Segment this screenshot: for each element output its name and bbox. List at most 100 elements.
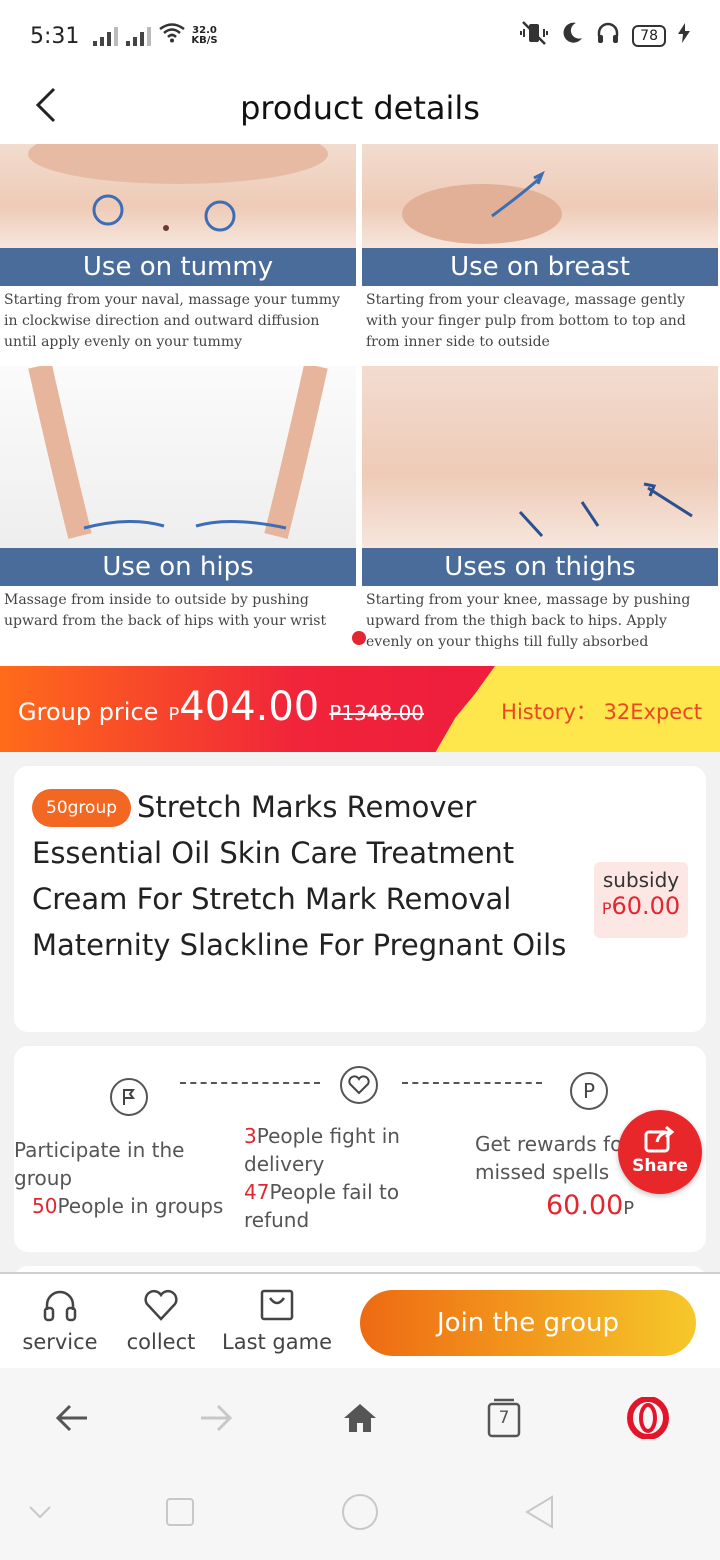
opera-menu-button[interactable] <box>626 1396 670 1440</box>
collect-button[interactable]: collect <box>124 1288 198 1354</box>
status-bar: 5:31 32.0 KB/S 78 <box>0 0 720 72</box>
last-game-label: Last game <box>222 1330 332 1354</box>
reward-amount: 60.00P <box>546 1190 634 1221</box>
step-divider-2 <box>402 1082 542 1084</box>
circle-icon <box>342 1494 378 1530</box>
nav-home-button[interactable] <box>340 1492 380 1532</box>
price-original: P1348.00 <box>329 701 425 725</box>
thighs-photo <box>362 366 718 548</box>
net-speed-unit: KB/S <box>191 35 218 46</box>
opera-logo-icon <box>627 1397 669 1439</box>
headphones-icon <box>596 21 620 51</box>
net-speed: 32.0 KB/S <box>191 26 217 46</box>
home-icon <box>344 1404 376 1432</box>
triangle-back-icon <box>525 1495 553 1529</box>
vibrate-off-icon <box>520 21 549 51</box>
bottom-action-bar: service collect Last game Join the group <box>0 1272 720 1368</box>
subsidy-amount: 60.00 <box>611 892 681 920</box>
product-image[interactable]: Use on tummy Starting from your naval, m… <box>0 144 720 666</box>
points-icon-letter: P <box>582 1079 596 1103</box>
usage-panel-tummy: Use on tummy Starting from your naval, m… <box>0 144 356 357</box>
battery-icon: 78 <box>632 25 666 47</box>
thighs-description: Starting from your knee, massage by push… <box>366 592 691 650</box>
subsidy-label: subsidy <box>602 868 680 892</box>
step-participate-suffix: People in groups <box>57 1194 224 1218</box>
price-current: 404.00 <box>179 684 320 730</box>
hips-description: Massage from inside to outside by pushin… <box>4 592 327 629</box>
breast-photo <box>362 144 718 248</box>
history-text: History： 32Expect <box>501 700 702 724</box>
moon-icon <box>560 21 584 51</box>
hips-photo <box>0 366 356 548</box>
collect-label: collect <box>126 1330 196 1354</box>
headset-icon <box>43 1290 77 1322</box>
usage-panel-thighs: Uses on thighs Starting from your knee, … <box>362 366 718 657</box>
breast-banner: Use on breast <box>362 248 718 286</box>
chevron-left-icon <box>35 87 56 123</box>
bag-icon <box>260 1289 294 1321</box>
chevron-down-icon <box>29 1506 51 1519</box>
charging-icon <box>678 23 690 49</box>
carousel-indicator-dot <box>352 631 366 645</box>
back-button[interactable] <box>26 80 66 130</box>
step-delivery: 3People fight in delivery 47People fail … <box>244 1122 444 1234</box>
subsidy-value: P60.00 <box>594 892 688 920</box>
square-icon <box>166 1498 194 1526</box>
nav-recents-button[interactable] <box>160 1492 200 1532</box>
browser-back-button[interactable] <box>50 1396 94 1440</box>
subsidy-badge: subsidy P60.00 <box>594 862 688 938</box>
join-group-button[interactable]: Join the group <box>360 1290 696 1356</box>
step-participate: Participate in the group 50People in gro… <box>14 1136 224 1220</box>
nav-hide-button[interactable] <box>20 1492 60 1532</box>
tummy-description: Starting from your naval, massage your t… <box>4 292 340 350</box>
product-title: 50group Stretch Marks Remover Essential O… <box>32 784 572 968</box>
group-price: Group price P 404.00 P1348.00 <box>18 684 424 730</box>
tummy-photo <box>0 144 356 248</box>
browser-nav-bar: 7 <box>0 1368 720 1468</box>
page-header: product details <box>0 72 720 144</box>
signal-icon <box>93 26 119 46</box>
share-icon <box>618 1124 702 1158</box>
step-divider-1 <box>180 1082 320 1084</box>
tab-count: 7 <box>498 1408 510 1428</box>
heart-icon <box>340 1066 378 1104</box>
flag-icon <box>110 1078 148 1116</box>
step-participate-count: 50 <box>32 1194 58 1218</box>
group-steps-card: P Participate in the group 50People in g… <box>14 1046 706 1252</box>
service-label: service <box>22 1330 98 1354</box>
tummy-banner: Use on tummy <box>0 248 356 286</box>
arrow-left-icon <box>55 1404 87 1432</box>
share-button[interactable]: Share <box>618 1110 702 1194</box>
browser-home-button[interactable] <box>338 1396 382 1440</box>
browser-tabs-button[interactable]: 7 <box>482 1396 526 1440</box>
step-participate-label: Participate in the group <box>14 1138 185 1190</box>
browser-forward-button[interactable] <box>194 1396 238 1440</box>
points-icon: P <box>570 1072 608 1110</box>
thighs-banner: Uses on thighs <box>362 548 718 586</box>
step-refund-count: 47 <box>244 1180 270 1204</box>
price-banner: Group price P 404.00 P1348.00 History： 3… <box>0 666 720 752</box>
share-label: Share <box>632 1156 688 1176</box>
status-time: 5:31 <box>30 23 80 49</box>
system-nav-bar <box>0 1468 720 1560</box>
group-price-label: Group price <box>18 698 159 726</box>
heart-outline-icon <box>144 1290 178 1321</box>
step-delivery-count: 3 <box>244 1124 257 1148</box>
arrow-right-icon <box>201 1404 233 1432</box>
signal-icon-2 <box>126 26 152 46</box>
page-title: product details <box>240 89 480 127</box>
group-badge: 50group <box>32 789 132 827</box>
service-button[interactable]: service <box>22 1288 98 1354</box>
hips-banner: Use on hips <box>0 548 356 586</box>
usage-panel-breast: Use on breast Starting from your cleavag… <box>362 144 718 357</box>
reward-amount-currency: P <box>623 1198 635 1219</box>
breast-description: Starting from your cleavage, massage gen… <box>366 292 686 350</box>
nav-back-button[interactable] <box>520 1492 560 1532</box>
product-title-card: 50group Stretch Marks Remover Essential O… <box>14 766 706 1032</box>
last-game-button[interactable]: Last game <box>222 1288 332 1354</box>
price-currency: P <box>168 704 180 725</box>
step-delivery-label: People fight in delivery <box>244 1124 400 1176</box>
wifi-icon <box>159 23 186 49</box>
reward-amount-value: 60.00 <box>546 1190 624 1221</box>
usage-panel-hips: Use on hips Massage from inside to outsi… <box>0 366 356 636</box>
